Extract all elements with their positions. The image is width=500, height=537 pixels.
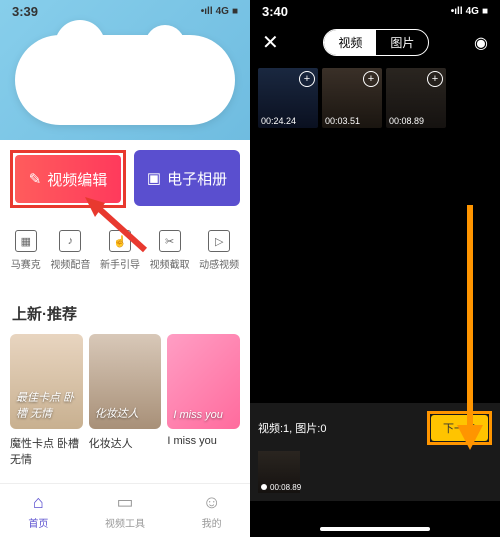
bottom-nav: ⌂首页 ▭视频工具 ☺我的 <box>0 483 250 537</box>
status-time: 3:39 <box>12 4 38 19</box>
image-icon: ▣ <box>147 169 161 187</box>
tool-clip[interactable]: ✂视频截取 <box>150 230 190 271</box>
dynamic-icon: ▷ <box>208 230 230 252</box>
clip-icon: ✂ <box>159 230 181 252</box>
status-time: 3:40 <box>262 4 288 19</box>
top-bar: ✕ 视频 图片 ◉ <box>250 23 500 62</box>
selection-count: 视频:1, 图片:0 <box>258 420 326 436</box>
dub-icon: ♪ <box>59 230 81 252</box>
section-title: 上新·推荐 <box>0 283 250 334</box>
nav-home[interactable]: ⌂首页 <box>28 492 48 530</box>
media-grid: + 00:24.24 + 00:03.51 + 00:08.89 <box>250 62 500 134</box>
nav-mine[interactable]: ☺我的 <box>202 492 222 530</box>
home-indicator <box>320 527 430 531</box>
status-bar: 3:39 •ıll 4G ■ <box>0 0 250 23</box>
media-item[interactable]: + 00:03.51 <box>322 68 382 128</box>
tab-image[interactable]: 图片 <box>376 30 428 55</box>
video-indicator-icon <box>261 484 267 490</box>
status-bar: 3:40 •ıll 4G ■ <box>250 0 500 23</box>
home-icon: ⌂ <box>33 492 44 513</box>
media-type-tabs: 视频 图片 <box>323 29 429 56</box>
signal-icon: •ıll <box>201 6 213 17</box>
header-banner: 3:39 •ıll 4G ■ <box>0 0 250 140</box>
edit-icon: ✎ <box>29 170 42 188</box>
add-icon[interactable]: + <box>363 71 379 87</box>
cloud-graphic <box>15 35 235 125</box>
card-item[interactable]: 化妆达人 化妆达人 <box>89 334 162 467</box>
card-item[interactable]: 最佳卡点 卧槽 无情 魔性卡点 卧槽无情 <box>10 334 83 467</box>
right-screenshot: 3:40 •ıll 4G ■ ✕ 视频 图片 ◉ + 00:24.24 + 00… <box>250 0 500 537</box>
signal-icon: •ıll <box>451 6 463 17</box>
nav-tools[interactable]: ▭视频工具 <box>105 492 145 530</box>
status-indicators: •ıll 4G ■ <box>451 4 488 19</box>
left-screenshot: 3:39 •ıll 4G ■ ✎ 视频编辑 ▣ 电子相册 ▦马赛克 ♪视频配音 … <box>0 0 250 537</box>
video-icon: ▭ <box>116 492 133 513</box>
annotation-arrow-orange <box>445 200 495 460</box>
mosaic-icon: ▦ <box>15 230 37 252</box>
selected-thumb[interactable]: 00:08.89 <box>258 451 300 493</box>
cards-row: 最佳卡点 卧槽 无情 魔性卡点 卧槽无情 化妆达人 化妆达人 I miss yo… <box>0 334 250 467</box>
media-item[interactable]: + 00:08.89 <box>386 68 446 128</box>
tool-dynamic[interactable]: ▷动感视频 <box>199 230 239 271</box>
tool-mosaic[interactable]: ▦马赛克 <box>11 230 41 271</box>
battery-icon: ■ <box>482 6 488 17</box>
add-icon[interactable]: + <box>299 71 315 87</box>
annotation-arrow-red <box>80 195 150 255</box>
status-indicators: •ıll 4G ■ <box>201 4 238 19</box>
close-icon[interactable]: ✕ <box>262 30 279 55</box>
media-item[interactable]: + 00:24.24 <box>258 68 318 128</box>
camera-icon[interactable]: ◉ <box>474 33 488 53</box>
battery-icon: ■ <box>232 6 238 17</box>
user-icon: ☺ <box>202 492 220 513</box>
add-icon[interactable]: + <box>427 71 443 87</box>
card-item[interactable]: I miss you I miss you <box>167 334 240 467</box>
tab-video[interactable]: 视频 <box>324 30 376 55</box>
